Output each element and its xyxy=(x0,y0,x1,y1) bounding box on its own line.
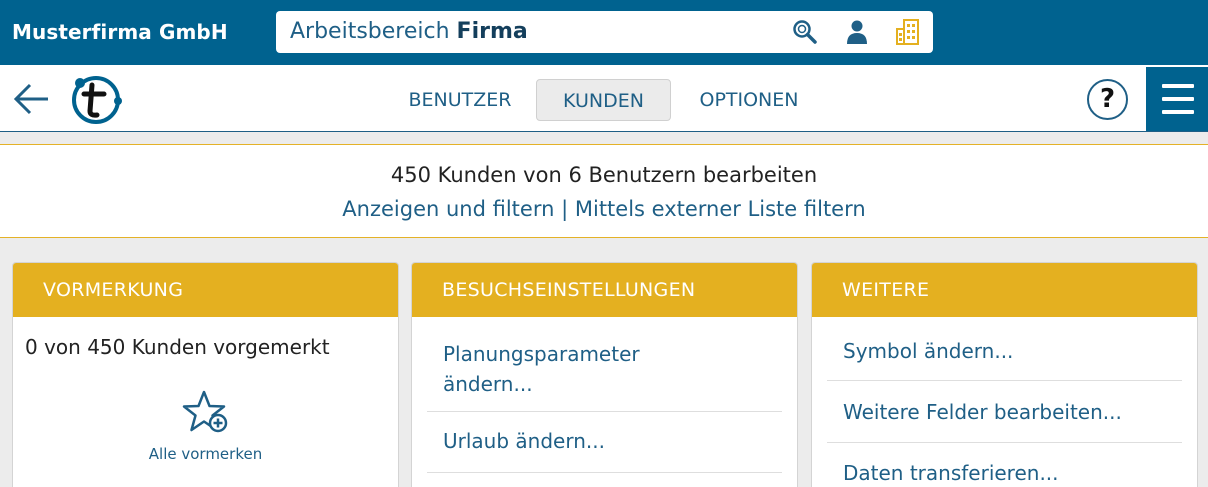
search-icon[interactable] xyxy=(790,17,820,47)
divider xyxy=(427,472,782,473)
external-list-filter-link[interactable]: Mittels externer Liste filtern xyxy=(575,197,866,221)
show-filter-link[interactable]: Anzeigen und filtern xyxy=(342,197,554,221)
hamburger-menu-icon[interactable] xyxy=(1146,67,1208,131)
summary-title: 450 Kunden von 6 Benutzern bearbeiten xyxy=(390,163,818,187)
workspace-label: Arbeitsbereich Firma xyxy=(290,19,528,44)
transfer-data-link[interactable]: Daten transferieren... xyxy=(827,461,1182,485)
workspace-selector[interactable]: Arbeitsbereich Firma xyxy=(276,11,933,53)
company-name: Musterfirma GmbH xyxy=(12,20,228,44)
bookmark-status: 0 von 450 Kunden vorgemerkt xyxy=(25,335,330,359)
tab-kunden[interactable]: KUNDEN xyxy=(536,79,671,121)
app-logo xyxy=(72,76,122,124)
bookmark-all-button[interactable]: Alle vormerken xyxy=(13,389,398,469)
user-icon[interactable] xyxy=(842,17,872,47)
tab-optionen[interactable]: OPTIONEN xyxy=(682,79,816,121)
card-title-vormerkung: VORMERKUNG xyxy=(13,263,398,317)
link-separator: | xyxy=(561,197,569,221)
workspace-prefix: Arbeitsbereich xyxy=(290,19,450,44)
star-add-icon xyxy=(182,390,227,433)
change-symbol-link[interactable]: Symbol ändern... xyxy=(827,339,1182,381)
workspace-name: Firma xyxy=(456,19,528,44)
card-besuchseinstellungen: BESUCHSEINSTELLUNGEN Planungsparameter ä… xyxy=(411,262,798,487)
back-arrow-icon[interactable] xyxy=(12,80,52,118)
card-weitere: WEITERE Symbol ändern... Weitere Felder … xyxy=(811,262,1198,487)
card-vormerkung: VORMERKUNG 0 von 450 Kunden vorgemerkt A… xyxy=(12,262,399,487)
building-icon[interactable] xyxy=(893,17,923,47)
nav-bar: BENUTZER KUNDEN OPTIONEN ? xyxy=(0,65,1208,132)
tab-benutzer[interactable]: BENUTZER xyxy=(396,79,524,121)
summary-panel: 450 Kunden von 6 Benutzern bearbeiten An… xyxy=(0,144,1208,238)
vacation-link[interactable]: Urlaub ändern... xyxy=(427,429,782,453)
edit-fields-link[interactable]: Weitere Felder bearbeiten... xyxy=(827,400,1182,443)
summary-links: Anzeigen und filtern | Mittels externer … xyxy=(0,197,1208,221)
top-bar: Musterfirma GmbH Arbeitsbereich Firma xyxy=(0,0,1208,65)
card-title-weitere: WEITERE xyxy=(812,263,1197,317)
card-title-besuchseinstellungen: BESUCHSEINSTELLUNGEN xyxy=(412,263,797,317)
bookmark-all-label: Alle vormerken xyxy=(148,445,263,463)
help-button[interactable]: ? xyxy=(1087,79,1128,120)
planning-params-link[interactable]: Planungsparameter ändern... xyxy=(427,339,782,412)
